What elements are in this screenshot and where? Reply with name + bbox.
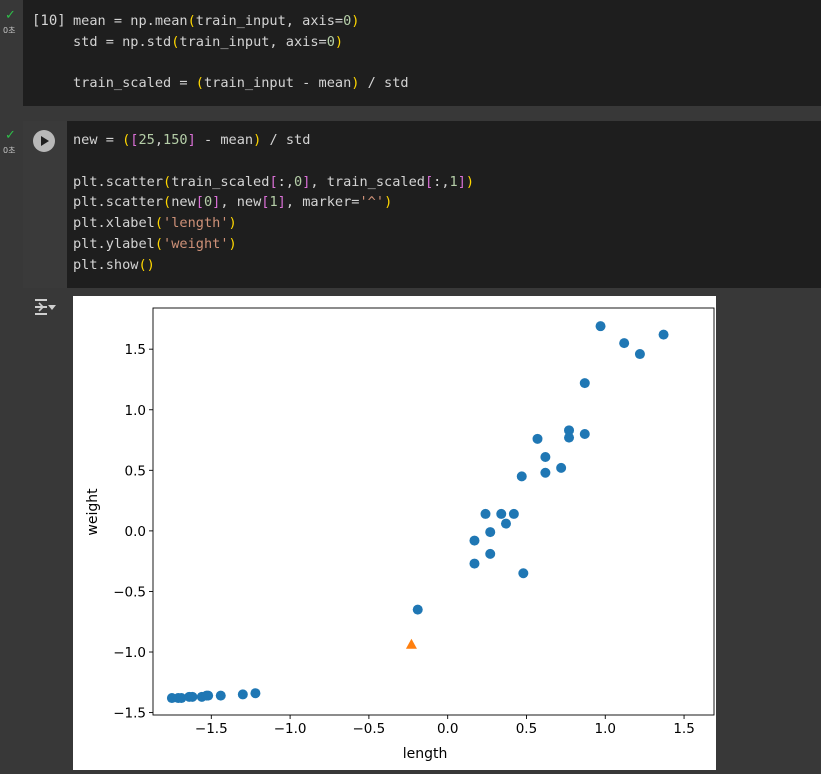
x-tick-label: 1.5 — [673, 721, 694, 737]
y-axis-label: weight — [85, 488, 101, 536]
data-point — [579, 428, 590, 439]
data-point — [564, 432, 575, 443]
code-line: plt.show() — [73, 256, 155, 273]
data-point — [540, 467, 551, 478]
code-editor-1[interactable]: mean = np.mean(train_input, axis=0) std … — [73, 11, 409, 94]
code-cell-1[interactable]: [10] mean = np.mean(train_input, axis=0)… — [23, 0, 821, 106]
data-point — [485, 527, 496, 538]
data-point — [518, 568, 529, 579]
cell1-check-icon: ✓ — [5, 8, 16, 23]
scatter-chart: −1.5 −1.0 −0.5 0.0 0.5 1.0 1.5 −1.5 −1.0 −0.5 0.0… — [85, 307, 715, 762]
y-tick-label: −0.5 — [113, 584, 146, 600]
code-line: std = np.std(train_input, axis=0) — [73, 33, 344, 50]
code-line: plt.scatter(train_scaled[:,0], train_sca… — [73, 173, 475, 190]
data-point — [469, 535, 480, 546]
x-tick-label: −0.5 — [352, 721, 385, 737]
code-line: new = ([25,150] - mean) / std — [73, 132, 311, 148]
data-point — [595, 321, 606, 332]
plot-output: −1.5 −1.0 −0.5 0.0 0.5 1.0 1.5 −1.5 −1.0 −0.5 0.0… — [73, 296, 716, 770]
execution-count: [10] — [32, 13, 66, 29]
x-tick-label: −1.5 — [195, 721, 228, 737]
data-point — [469, 558, 480, 569]
code-cell-2[interactable]: new = ([25,150] - mean) / std plt.scatte… — [23, 121, 821, 288]
run-cell-button[interactable] — [33, 130, 55, 152]
data-point — [485, 548, 496, 559]
data-point — [203, 690, 214, 701]
y-tick-label: −1.0 — [113, 645, 146, 661]
data-point — [250, 688, 261, 699]
cell2-check-icon: ✓ — [5, 128, 16, 143]
play-icon — [41, 136, 49, 146]
code-editor-2[interactable]: new = ([25,150] - mean) / std plt.scatte… — [73, 130, 474, 276]
output-toggle-icon[interactable] — [33, 296, 57, 318]
data-point — [508, 508, 519, 519]
y-tick-label: 1.5 — [125, 342, 146, 358]
x-tick-label: 0.0 — [437, 721, 458, 737]
x-tick-label: 1.0 — [595, 721, 616, 737]
data-point — [500, 518, 511, 529]
y-tick-label: −1.5 — [113, 706, 146, 722]
plot-axes-frame — [152, 307, 715, 716]
data-point — [634, 349, 645, 360]
x-tick-label: 0.5 — [516, 721, 537, 737]
data-point — [215, 690, 226, 701]
data-point — [496, 508, 507, 519]
data-point — [532, 433, 543, 444]
data-point — [579, 378, 590, 389]
x-axis-label: length — [403, 746, 448, 762]
code-line: plt.xlabel('length') — [73, 215, 237, 232]
x-tick-label: −1.0 — [274, 721, 307, 737]
data-point — [480, 508, 491, 519]
data-point — [187, 691, 198, 702]
data-point — [540, 451, 551, 462]
cell1-exec-time: 0초 — [3, 26, 16, 35]
code-line: mean = np.mean(train_input, axis=0) — [73, 13, 360, 29]
code-line: plt.scatter(new[0], new[1], marker='^') — [73, 194, 393, 211]
cell2-exec-time: 0초 — [3, 146, 16, 155]
code-line: plt.ylabel('weight') — [73, 235, 237, 252]
y-tick-label: 1.0 — [125, 403, 146, 419]
code-line: train_scaled = (train_input - mean) / st… — [73, 75, 409, 92]
data-point — [619, 338, 630, 349]
y-tick-label: 0.5 — [125, 463, 146, 479]
y-tick-label: 0.0 — [125, 524, 146, 540]
data-point — [237, 689, 248, 700]
data-point — [516, 471, 527, 482]
data-point — [658, 329, 669, 340]
data-point — [412, 604, 423, 615]
data-point — [556, 462, 567, 473]
